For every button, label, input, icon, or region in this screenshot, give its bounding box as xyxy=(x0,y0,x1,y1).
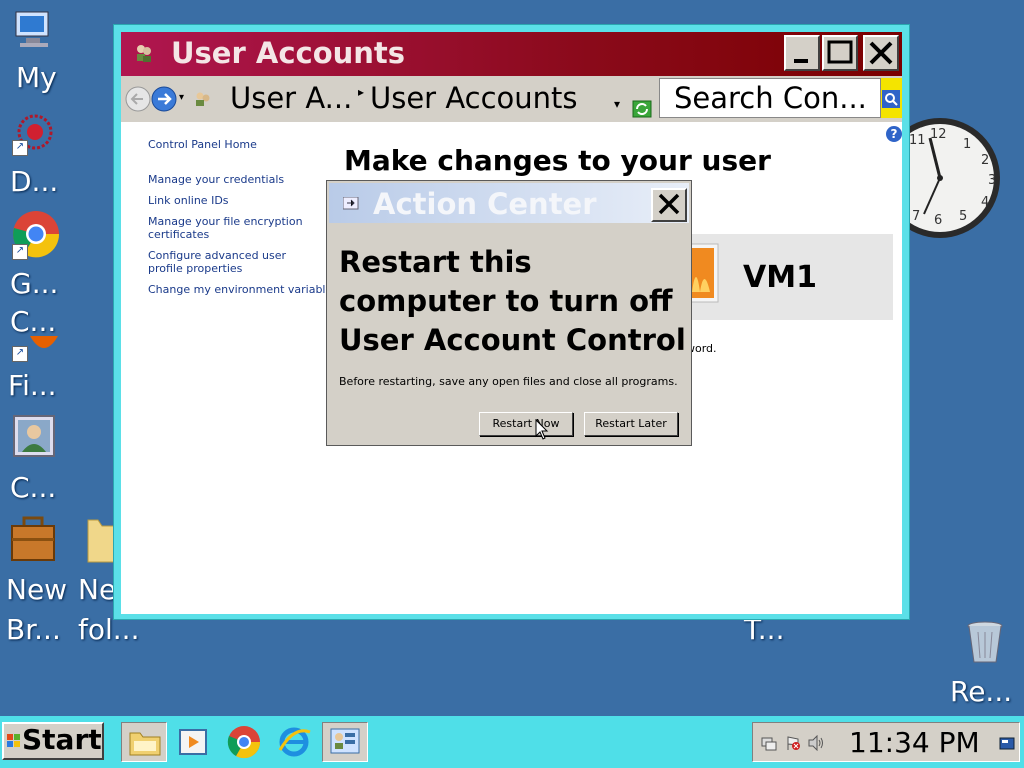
svg-text:6: 6 xyxy=(934,213,942,228)
folder-icon xyxy=(87,519,115,563)
desktop-icon-label: Ne xyxy=(78,573,117,606)
dialog-subtext: Before restarting, save any open files a… xyxy=(339,375,678,388)
taskbar: Start 11:34 PM xyxy=(0,716,1024,768)
address-bar[interactable]: User A... ▸ User Accounts ▾ xyxy=(194,78,654,118)
desktop-icon-label: G... xyxy=(10,267,59,300)
dialog-title: Action Center xyxy=(373,187,597,221)
svg-text:1: 1 xyxy=(963,137,971,152)
svg-text:4: 4 xyxy=(981,195,989,210)
forward-button[interactable] xyxy=(151,86,179,112)
system-tray: 11:34 PM xyxy=(752,722,1020,762)
desktop-icon-label: Re... xyxy=(950,675,1013,708)
address-dropdown-icon[interactable]: ▾ xyxy=(614,84,620,124)
breadcrumb-separator-icon[interactable]: ▸ xyxy=(358,72,364,112)
window-title: User Accounts xyxy=(171,36,406,70)
svg-text:11: 11 xyxy=(909,133,926,148)
help-icon[interactable]: ? xyxy=(886,126,902,142)
mouse-cursor-icon xyxy=(535,419,549,440)
dialog-message: Restart this computer to turn off User A… xyxy=(339,245,686,357)
close-icon xyxy=(869,41,893,65)
desktop-icon-label: D... xyxy=(10,165,59,198)
manage-encryption-certificates-link[interactable]: Manage your file encryption certificates xyxy=(148,215,308,241)
desktop-icon-label: Br... xyxy=(6,613,61,646)
maximize-button[interactable] xyxy=(822,35,858,71)
shortcut-arrow-icon: ↗ xyxy=(12,346,28,362)
media-player-icon[interactable] xyxy=(176,724,212,760)
breadcrumb-user-accounts-parent[interactable]: User A... xyxy=(230,78,352,118)
start-label: Start xyxy=(22,723,102,756)
manage-credentials-link[interactable]: Manage your credentials xyxy=(148,173,284,186)
desktop-icon-label: My xyxy=(16,61,57,94)
file-explorer-icon xyxy=(129,732,161,756)
svg-text:7: 7 xyxy=(912,209,920,224)
control-panel-icon xyxy=(196,92,210,106)
taskbar-explorer-button[interactable] xyxy=(121,722,167,762)
page-heading: Make changes to your user xyxy=(344,144,771,177)
refresh-icon[interactable] xyxy=(632,100,652,118)
dialog-close-button[interactable] xyxy=(651,188,687,222)
link-online-ids-link[interactable]: Link online IDs xyxy=(148,194,229,207)
back-button[interactable] xyxy=(125,86,153,112)
change-environment-variables-link[interactable]: Change my environment variables xyxy=(148,283,338,296)
close-button[interactable] xyxy=(863,35,899,71)
shortcut-arrow-icon: ↗ xyxy=(12,244,28,260)
clock-gadget[interactable]: 123 456 711 12 xyxy=(906,116,1002,242)
shortcut-arrow-icon: ↗ xyxy=(12,140,28,156)
desktop-icon-label: Fi... xyxy=(8,369,57,402)
recent-pages-dropdown[interactable]: ▾ xyxy=(179,92,184,103)
minimize-button[interactable] xyxy=(784,35,820,71)
control-panel-icon xyxy=(330,728,360,754)
svg-text:3: 3 xyxy=(988,173,996,188)
restart-later-button[interactable]: Restart Later xyxy=(584,412,678,436)
maximize-icon xyxy=(827,40,853,64)
clock-time[interactable]: 11:34 PM xyxy=(849,725,980,761)
restart-now-button[interactable]: Restart Now xyxy=(479,412,573,436)
action-center-icon xyxy=(343,197,359,210)
firefox-icon xyxy=(30,336,58,348)
show-desktop-icon[interactable] xyxy=(999,737,1015,751)
desktop-icon-label: New xyxy=(6,573,68,606)
network-icon[interactable] xyxy=(761,735,777,751)
volume-icon[interactable] xyxy=(807,735,825,751)
recycle-bin-icon xyxy=(967,621,1003,663)
action-center-flag-icon[interactable] xyxy=(785,735,801,751)
breadcrumb-user-accounts[interactable]: User Accounts xyxy=(370,78,578,118)
computer-icon xyxy=(15,11,49,47)
svg-text:12: 12 xyxy=(930,127,947,142)
close-icon xyxy=(658,193,680,215)
search-input[interactable]: Search Con... xyxy=(659,78,881,118)
briefcase-icon xyxy=(11,516,55,561)
account-name: VM1 xyxy=(743,260,817,295)
window-titlebar[interactable]: User Accounts xyxy=(121,32,902,76)
navigation-bar: ▾ User A... ▸ User Accounts ▾ Search Con… xyxy=(121,76,902,122)
minimize-icon xyxy=(794,59,808,63)
start-button[interactable]: Start xyxy=(2,722,104,760)
taskbar-control-panel-button[interactable] xyxy=(322,722,368,762)
action-center-dialog: Action Center Restart this computer to t… xyxy=(326,180,692,446)
control-panel-home-link[interactable]: Control Panel Home xyxy=(148,138,257,151)
configure-profile-properties-link[interactable]: Configure advanced user profile properti… xyxy=(148,249,318,275)
svg-text:5: 5 xyxy=(959,209,967,224)
search-icon xyxy=(882,90,900,108)
svg-text:2: 2 xyxy=(981,153,989,168)
chrome-icon[interactable] xyxy=(226,724,262,760)
search-button[interactable] xyxy=(881,78,902,118)
users-icon xyxy=(137,45,151,62)
dialog-titlebar[interactable]: Action Center xyxy=(329,183,689,223)
user-picture-icon xyxy=(13,415,55,457)
internet-explorer-icon[interactable] xyxy=(276,724,312,760)
desktop-icon-label: C... xyxy=(10,471,57,504)
windows-logo-icon xyxy=(7,734,20,747)
